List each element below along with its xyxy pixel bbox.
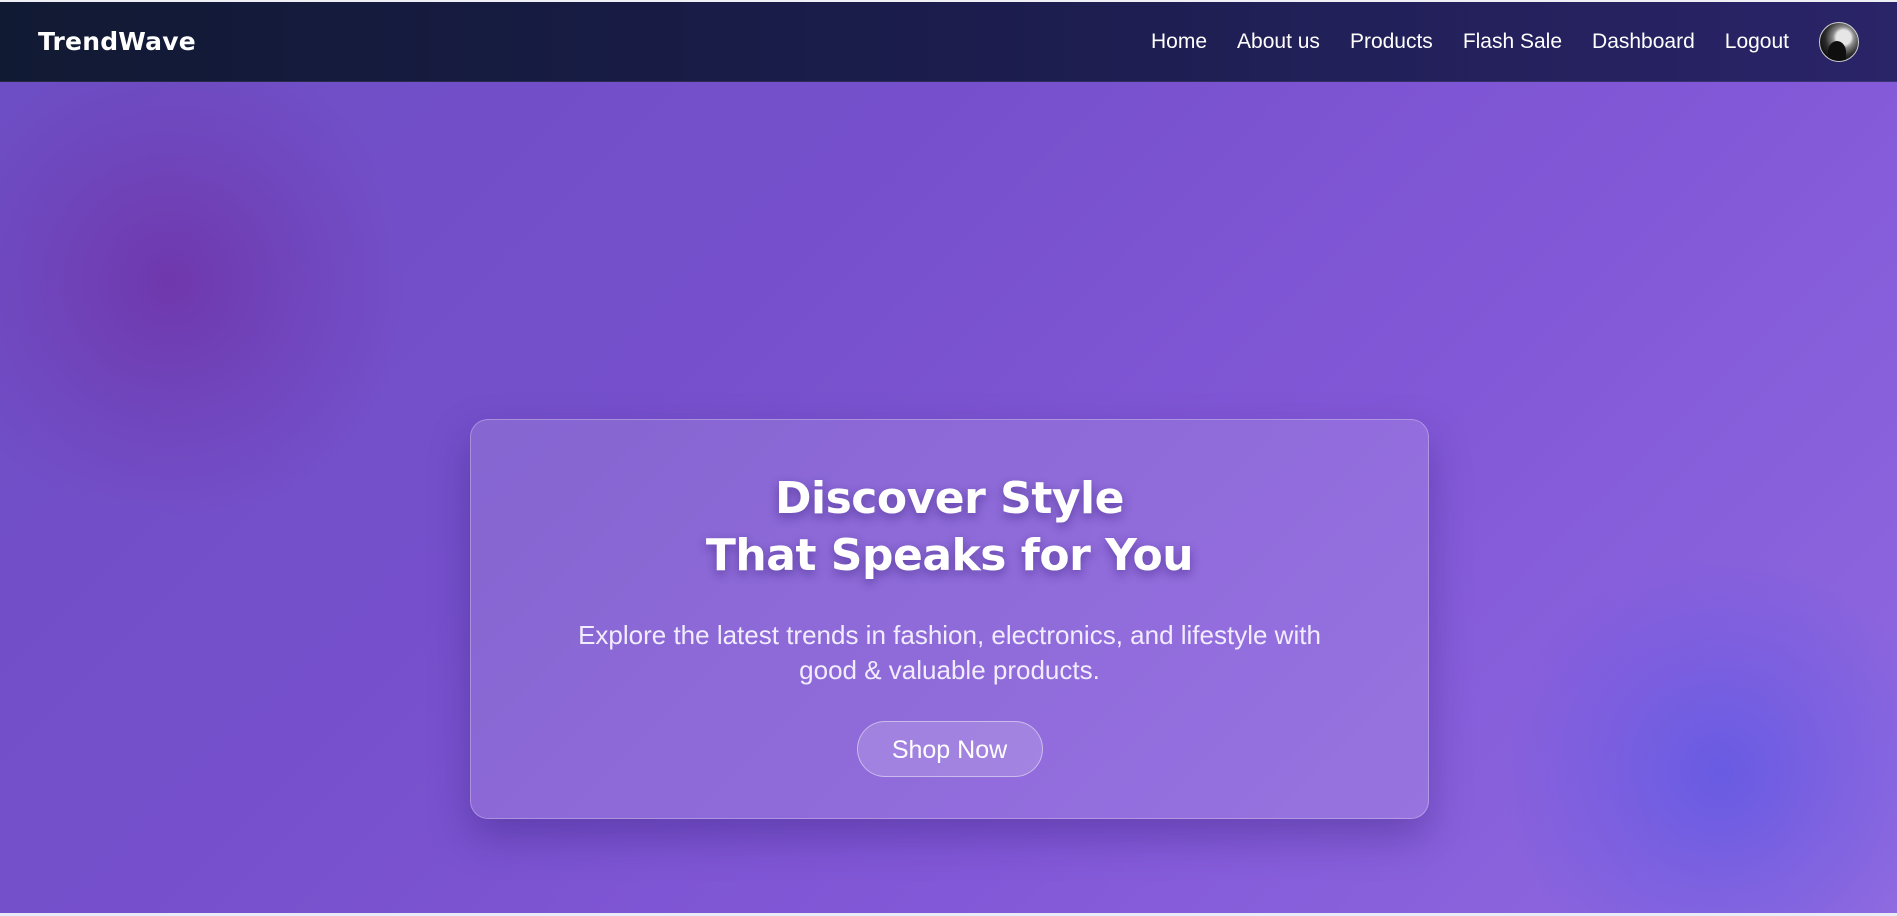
nav-products-link[interactable]: Products xyxy=(1350,30,1433,54)
hero-section: Discover Style That Speaks for You Explo… xyxy=(0,82,1897,913)
brand-logo[interactable]: TrendWave xyxy=(38,27,196,56)
nav-dashboard-link[interactable]: Dashboard xyxy=(1592,30,1695,54)
nav-home-link[interactable]: Home xyxy=(1151,30,1207,54)
main-navigation: Home About us Products Flash Sale Dashbo… xyxy=(1151,2,1859,81)
hero-subtitle-line-1: Explore the latest trends in fashion, el… xyxy=(578,620,1321,650)
hero-title-line-1: Discover Style xyxy=(775,473,1124,524)
nav-logout-link[interactable]: Logout xyxy=(1725,30,1789,54)
shop-now-button[interactable]: Shop Now xyxy=(856,721,1043,777)
hero-title-line-2: That Speaks for You xyxy=(705,530,1194,581)
top-navbar: TrendWave Home About us Products Flash S… xyxy=(0,2,1897,82)
hero-subtitle-line-2: good & valuable products. xyxy=(799,655,1100,685)
nav-about-us-link[interactable]: About us xyxy=(1237,30,1320,54)
landing-page: TrendWave Home About us Products Flash S… xyxy=(0,0,1897,916)
hero-subtitle: Explore the latest trends in fashion, el… xyxy=(530,618,1370,688)
nav-flash-sale-link[interactable]: Flash Sale xyxy=(1463,30,1562,54)
user-avatar-icon[interactable] xyxy=(1819,21,1859,62)
hero-card: Discover Style That Speaks for You Explo… xyxy=(470,419,1429,819)
hero-title: Discover Style That Speaks for You xyxy=(471,470,1428,584)
